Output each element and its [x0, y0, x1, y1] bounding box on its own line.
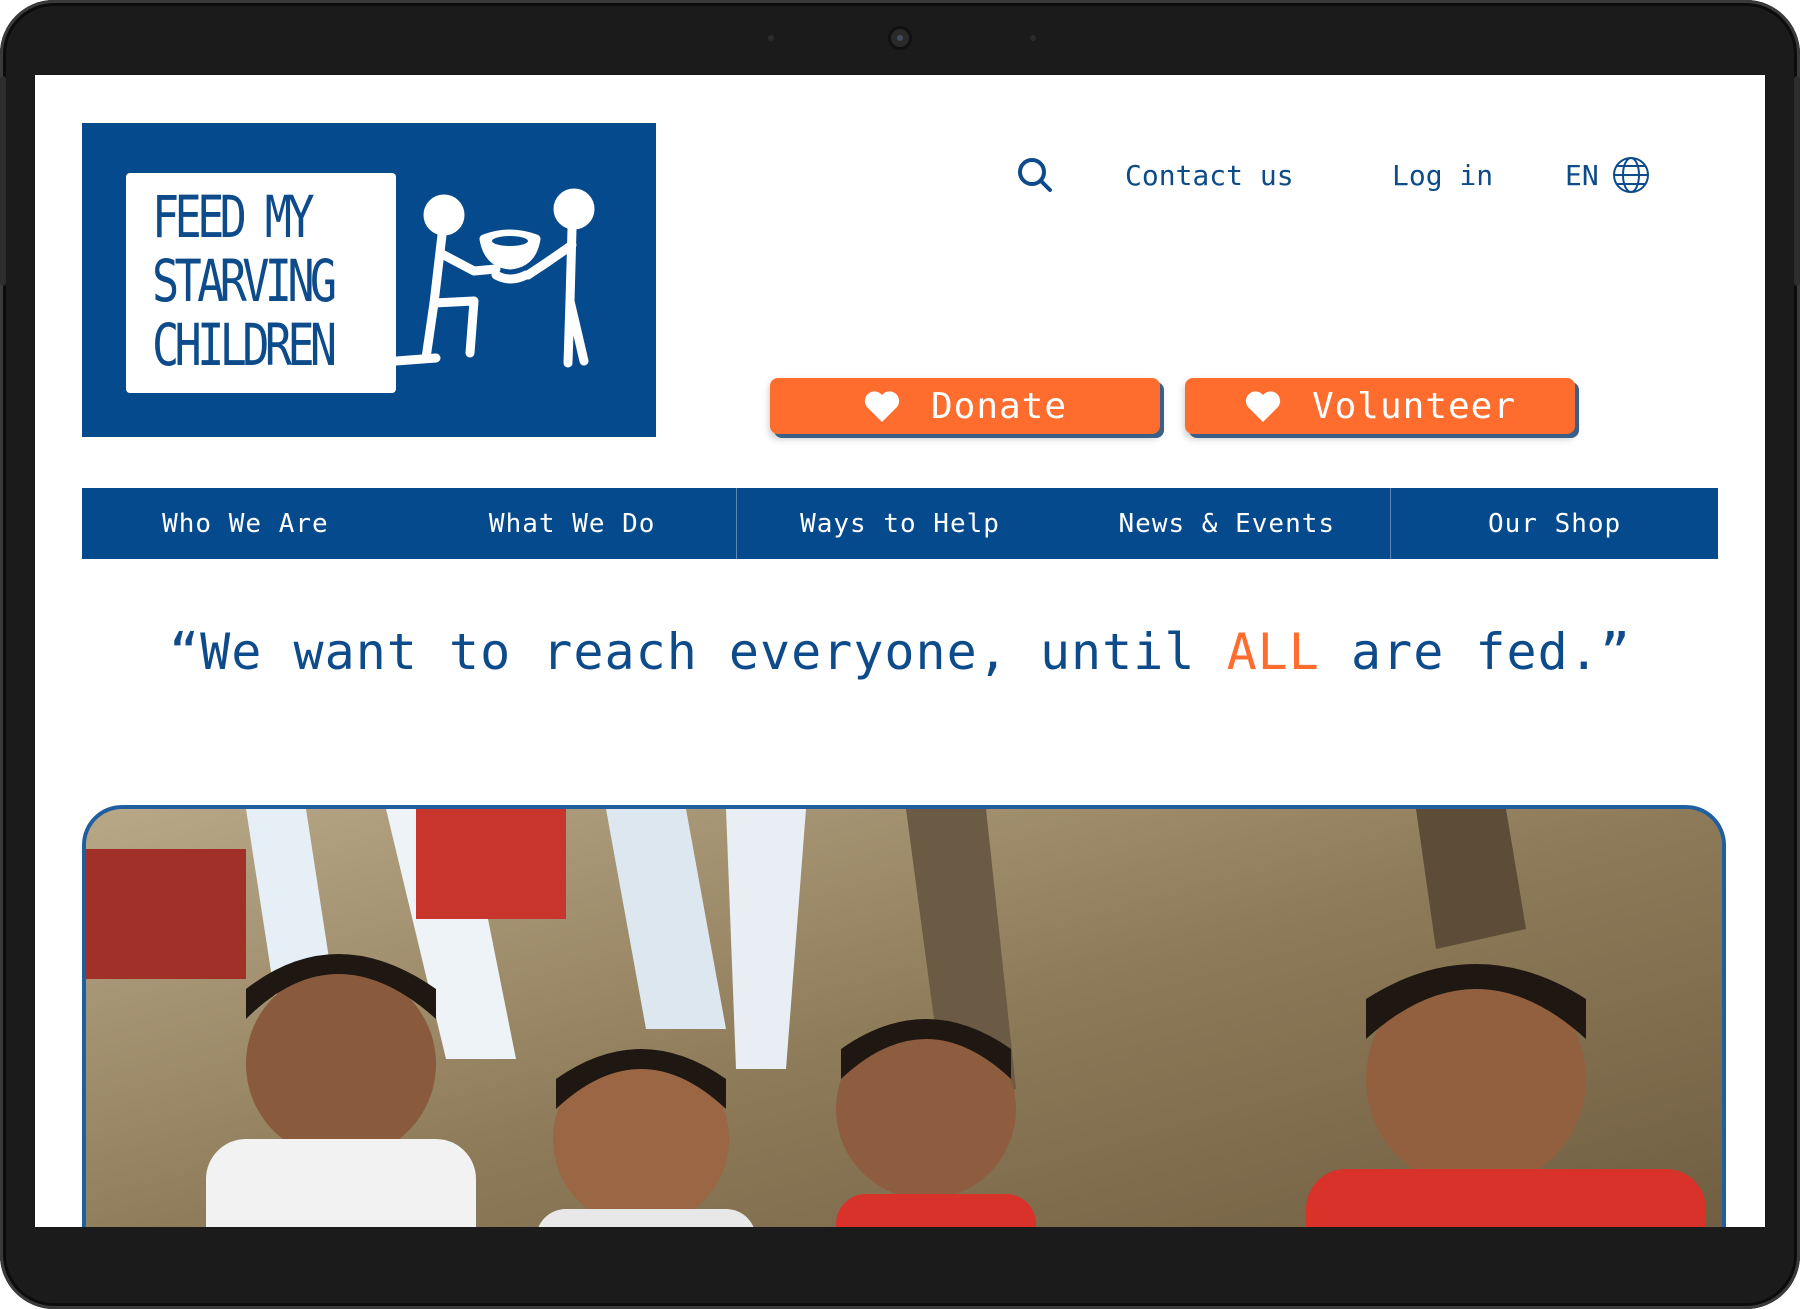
- search-button[interactable]: [1010, 145, 1060, 205]
- donate-label: Donate: [930, 385, 1068, 427]
- volunteer-label: Volunteer: [1311, 385, 1517, 427]
- side-button: [0, 76, 6, 286]
- tablet-frame: FEED MY STARVING CHILDREN Contact us Log…: [0, 0, 1800, 1309]
- camera-icon: [888, 26, 912, 50]
- sensor: [768, 35, 774, 41]
- donate-button[interactable]: Donate: [770, 378, 1160, 434]
- quote-text-start: “We want to reach everyone, until: [169, 623, 1227, 681]
- heart-icon: [864, 391, 900, 422]
- web-page: FEED MY STARVING CHILDREN Contact us Log…: [35, 75, 1765, 1227]
- children-photo: [86, 809, 1722, 1227]
- quote-accent: ALL: [1226, 623, 1320, 681]
- quote-text-end: are fed.”: [1319, 623, 1631, 681]
- nav-item-what-we-do[interactable]: What We Do: [409, 488, 736, 559]
- contact-us-link[interactable]: Contact us: [1125, 145, 1294, 205]
- sensor: [1030, 35, 1036, 41]
- globe-icon: [1612, 157, 1649, 193]
- logo-line: FEED MY: [152, 183, 315, 251]
- main-navigation: Who We Are What We Do Ways to Help News …: [82, 488, 1718, 559]
- heart-icon: [1245, 391, 1281, 422]
- volunteer-button[interactable]: Volunteer: [1185, 378, 1575, 434]
- nav-item-our-shop[interactable]: Our Shop: [1390, 488, 1718, 559]
- nav-item-ways-to-help[interactable]: Ways to Help: [735, 488, 1064, 559]
- nav-item-news-events[interactable]: News & Events: [1063, 488, 1390, 559]
- logo-line: CHILDREN: [152, 311, 337, 379]
- language-code: EN: [1565, 158, 1599, 192]
- mission-quote: “We want to reach everyone, until ALL ar…: [35, 623, 1765, 681]
- side-button: [1794, 76, 1800, 286]
- logo-line: STARVING: [152, 247, 337, 315]
- site-logo[interactable]: FEED MY STARVING CHILDREN: [82, 123, 656, 437]
- logo-figures-icon: [396, 188, 595, 368]
- hero-image: [82, 805, 1726, 1227]
- login-link[interactable]: Log in: [1392, 145, 1493, 205]
- search-icon: [1018, 158, 1052, 192]
- nav-item-who-we-are[interactable]: Who We Are: [82, 488, 409, 559]
- language-selector[interactable]: EN: [1565, 145, 1651, 205]
- logo-wordmark: FEED MY STARVING CHILDREN: [152, 185, 339, 377]
